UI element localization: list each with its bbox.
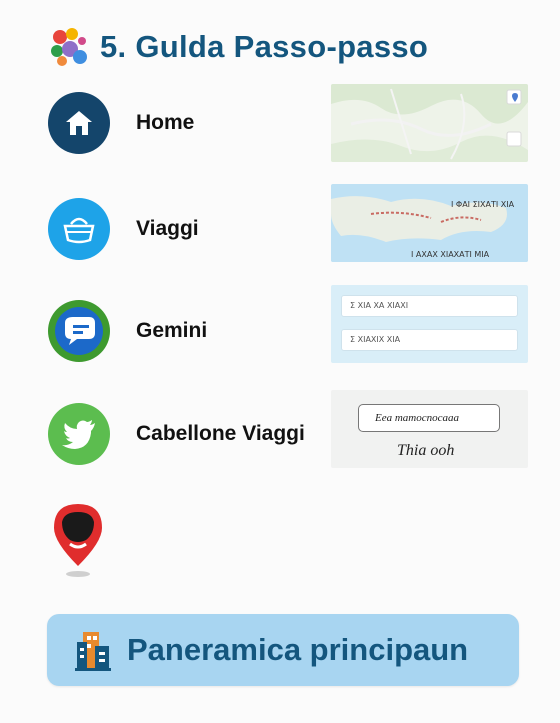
list-item-text: Σ ΧΙΑΧΙΧ ΧΙΑ (350, 335, 401, 344)
menu-item-gemini[interactable]: Gemini (48, 300, 207, 362)
map-pin-icon (512, 93, 518, 102)
cabellone-script-text: Thia ooh (397, 442, 455, 459)
chat-bubble-icon (48, 300, 110, 362)
menu-item-label: Cabellone Viaggi (136, 422, 305, 445)
menu-item-cabellone-viaggi[interactable]: Cabellone Viaggi (48, 403, 305, 465)
list-item[interactable]: Σ ΧΙΑΧΙΧ ΧΙΑ (341, 329, 518, 351)
house-icon (48, 92, 110, 154)
map-caption: Ι ΦΑΙ ΣΙΧΑΤΙ ΧΙΑ (451, 200, 515, 209)
list-item-text: Σ ΧΙΑ ΧΑ ΧΙΑΧΙ (350, 301, 409, 310)
cabellone-button-text: Eea mamocnocaaa (375, 412, 460, 424)
colorful-cluster-logo-icon (51, 28, 87, 66)
main-overview-banner[interactable]: Paneramica principaun (47, 614, 519, 686)
red-location-pin-icon (54, 504, 102, 577)
menu-item-viaggi[interactable]: Viaggi (48, 198, 199, 260)
list-item[interactable]: Σ ΧΙΑ ΧΑ ΧΙΑΧΙ (341, 295, 518, 317)
cabellone-thumbnail[interactable]: Eea mamocnocaaa Thia ooh (331, 390, 528, 468)
gemini-list-thumbnail[interactable]: Σ ΧΙΑ ΧΑ ΧΙΑΧΙ Σ ΧΙΑΧΙΧ ΧΙΑ (331, 285, 528, 363)
bird-icon (48, 403, 110, 465)
banner-text: Paneramica principaun (127, 632, 469, 667)
map-footer: Ι ΑΧΑΧ ΧΙΑΧΑΤΙ ΜΙΑ (411, 250, 490, 259)
basket-icon (48, 198, 110, 260)
map-thumbnail-home[interactable] (331, 84, 528, 162)
cabellone-button[interactable]: Eea mamocnocaaa (358, 404, 500, 432)
building-icon (75, 632, 111, 671)
guide-page: 5. Gulda Passo-passo Home Viaggi Gemini … (0, 0, 560, 723)
page-title: 5. Gulda Passo-passo (100, 29, 429, 64)
page-header: 5. Gulda Passo-passo (48, 22, 428, 72)
menu-item-home[interactable]: Home (48, 92, 194, 154)
map-thumbnail-viaggi[interactable]: Ι ΦΑΙ ΣΙΧΑΤΙ ΧΙΑ Ι ΑΧΑΧ ΧΙΑΧΑΤΙ ΜΙΑ (331, 184, 528, 262)
menu-item-label: Home (136, 111, 195, 134)
menu-item-label: Gemini (136, 319, 208, 342)
menu-item-label: Viaggi (136, 217, 199, 240)
